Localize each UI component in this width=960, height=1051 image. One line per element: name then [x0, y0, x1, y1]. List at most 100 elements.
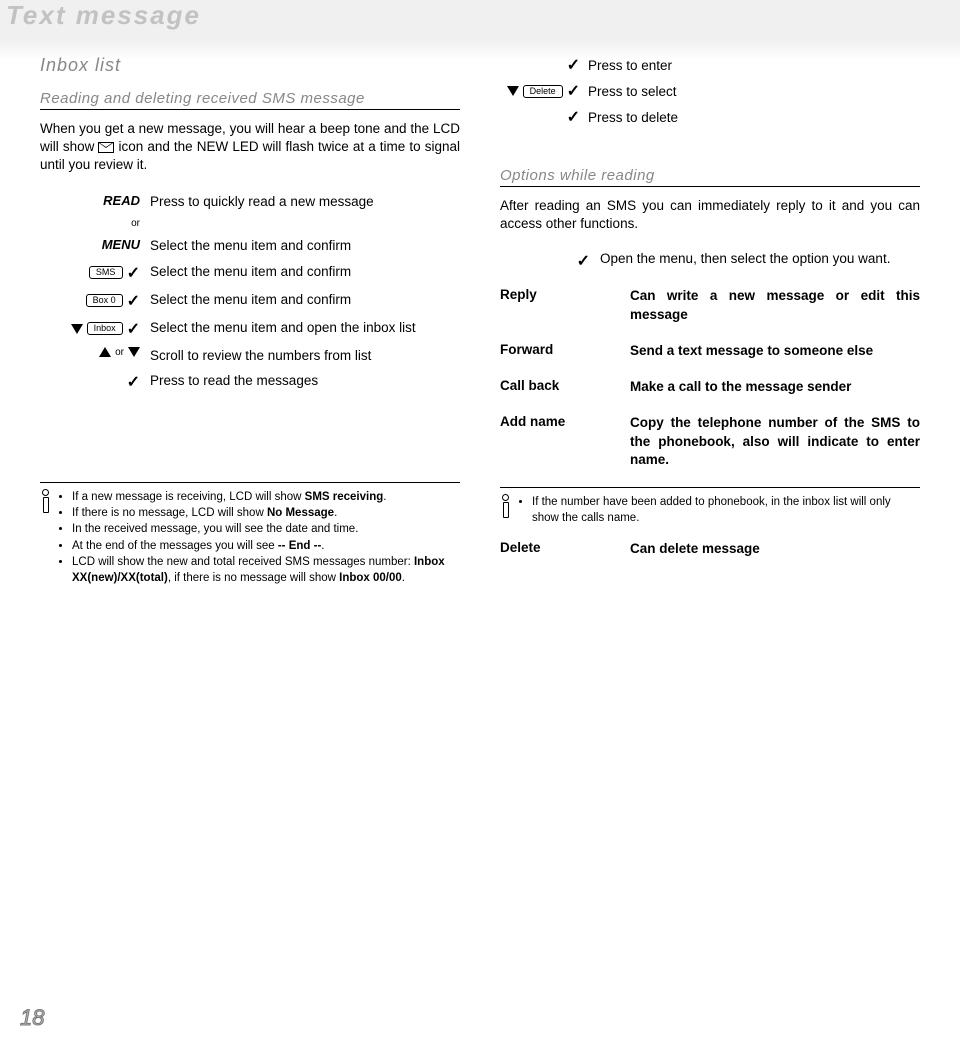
note-5-pre: LCD will show the new and total received… [72, 556, 414, 568]
label-or-2: or [115, 347, 124, 358]
desc-read: Press to quickly read a new message [150, 193, 460, 211]
row-enter: ✓ Press to enter [500, 55, 920, 75]
right-notes-list: If the number have been added to phonebo… [518, 494, 920, 526]
notes-block: If a new message is receiving, LCD will … [40, 489, 460, 586]
note-2-post: . [334, 507, 337, 519]
step-box0: Box 0 ✓ Select the menu item and confirm [40, 291, 460, 311]
options-table: Reply Can write a new message or edit th… [500, 287, 920, 469]
right-note-1: If the number have been added to phonebo… [532, 494, 920, 526]
page-banner: Text message [0, 0, 960, 36]
left-column: Inbox list Reading and deleting received… [40, 55, 460, 991]
label-press-enter: Press to enter [588, 58, 672, 73]
check-icon: ✓ [127, 372, 140, 392]
right-column: ✓ Press to enter Delete ✓ Press to selec… [500, 55, 920, 991]
desc-press: Press to read the messages [150, 372, 460, 390]
note-2-pre: If there is no message, LCD will show [72, 507, 267, 519]
triangle-down-icon [71, 324, 83, 334]
opt-key-delete: Delete [500, 540, 610, 558]
note-3: In the received message, you will see th… [72, 521, 460, 537]
step-menu: MENU Select the menu item and confirm [40, 237, 460, 255]
check-icon: ✓ [567, 55, 580, 75]
desc-open-menu: Open the menu, then select the option yo… [600, 251, 920, 266]
step-scroll: or Scroll to review the numbers from lis… [40, 347, 460, 365]
step-sms: SMS ✓ Select the menu item and confirm [40, 263, 460, 283]
desc-box0: Select the menu item and confirm [150, 291, 460, 309]
info-icon [40, 489, 50, 513]
desc-menu: Select the menu item and confirm [150, 237, 460, 255]
label-or-1: or [131, 218, 140, 229]
options-intro: After reading an SMS you can immediately… [500, 197, 920, 233]
pill-box0: Box 0 [86, 294, 123, 307]
heading-reading-deleting: Reading and deleting received SMS messag… [40, 90, 460, 110]
opt-forward: Forward Send a text message to someone e… [500, 342, 920, 360]
opt-key-callback: Call back [500, 378, 610, 396]
key-menu: MENU [102, 237, 140, 252]
envelope-icon [98, 142, 114, 153]
opt-val-callback: Make a call to the message sender [630, 378, 920, 396]
pill-delete: Delete [523, 85, 563, 98]
triangle-down-icon [128, 347, 140, 357]
desc-scroll: Scroll to review the numbers from list [150, 347, 460, 365]
open-menu-line: ✓ Open the menu, then select the option … [500, 251, 920, 271]
opt-val-reply: Can write a new message or edit this mes… [630, 287, 920, 323]
heading-options: Options while reading [500, 167, 920, 187]
pill-sms: SMS [89, 266, 123, 279]
note-1-post: . [383, 491, 386, 503]
note-5-mid: , if there is no message will show [168, 572, 339, 584]
opt-callback: Call back Make a call to the message sen… [500, 378, 920, 396]
intro-paragraph: When you get a new message, you will hea… [40, 120, 460, 175]
page-number: 18 [20, 1005, 44, 1031]
note-4-post: . [321, 540, 324, 552]
opt-val-addname: Copy the telephone number of the SMS to … [630, 414, 920, 469]
opt-reply: Reply Can write a new message or edit th… [500, 287, 920, 323]
row-delete: ✓ Press to delete [500, 107, 920, 127]
page-body: Inbox list Reading and deleting received… [40, 55, 920, 991]
note-5: LCD will show the new and total received… [72, 554, 460, 586]
triangle-up-icon [99, 347, 111, 357]
right-top-actions: ✓ Press to enter Delete ✓ Press to selec… [500, 55, 920, 127]
note-1: If a new message is receiving, LCD will … [72, 489, 460, 505]
key-read: READ [103, 193, 140, 208]
desc-sms: Select the menu item and confirm [150, 263, 460, 281]
steps-list: READ Press to quickly read a new message… [40, 193, 460, 393]
note-4: At the end of the messages you will see … [72, 538, 460, 554]
check-icon: ✓ [127, 291, 140, 311]
label-press-select: Press to select [588, 84, 677, 99]
opt-addname: Add name Copy the telephone number of th… [500, 414, 920, 469]
notes-list: If a new message is receiving, LCD will … [58, 489, 460, 586]
step-inbox: Inbox ✓ Select the menu item and open th… [40, 319, 460, 339]
note-2: If there is no message, LCD will show No… [72, 505, 460, 521]
opt-val-delete: Can delete message [630, 540, 920, 558]
options-table-2: Delete Can delete message [500, 540, 920, 558]
opt-delete: Delete Can delete message [500, 540, 920, 558]
step-read: READ Press to quickly read a new message [40, 193, 460, 211]
check-icon: ✓ [567, 81, 580, 101]
desc-inbox: Select the menu item and open the inbox … [150, 319, 460, 337]
check-icon: ✓ [127, 319, 140, 339]
divider [500, 487, 920, 488]
opt-key-forward: Forward [500, 342, 610, 360]
triangle-down-icon [507, 86, 519, 96]
note-4-pre: At the end of the messages you will see [72, 540, 278, 552]
check-icon: ✓ [567, 107, 580, 127]
opt-key-addname: Add name [500, 414, 610, 469]
heading-inbox-list: Inbox list [40, 55, 460, 76]
opt-key-reply: Reply [500, 287, 610, 323]
step-press: ✓ Press to read the messages [40, 372, 460, 392]
right-note-block: If the number have been added to phonebo… [500, 494, 920, 526]
check-icon: ✓ [127, 263, 140, 283]
note-1-bold: SMS receiving [305, 491, 384, 503]
note-1-pre: If a new message is receiving, LCD will … [72, 491, 305, 503]
note-4-bold: -- End -- [278, 540, 321, 552]
opt-val-forward: Send a text message to someone else [630, 342, 920, 360]
info-icon [500, 494, 510, 518]
note-5-bold2: Inbox 00/00 [339, 572, 402, 584]
check-icon: ✓ [577, 251, 590, 271]
step-or1: or [40, 218, 460, 229]
divider [40, 482, 460, 483]
note-5-post: . [402, 572, 405, 584]
row-select: Delete ✓ Press to select [500, 81, 920, 101]
label-press-delete: Press to delete [588, 110, 678, 125]
pill-inbox: Inbox [87, 322, 123, 335]
note-2-bold: No Message [267, 507, 334, 519]
